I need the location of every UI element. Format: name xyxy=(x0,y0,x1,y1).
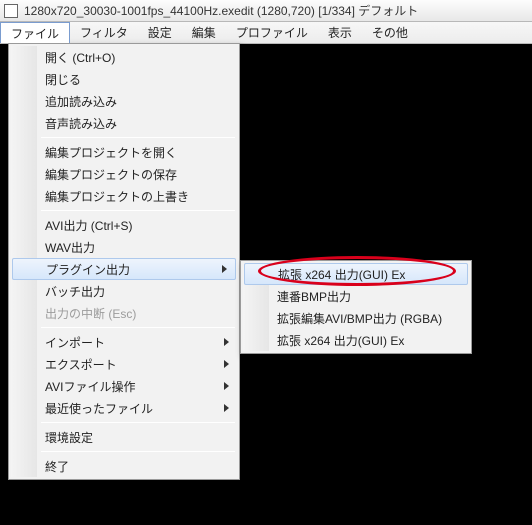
menu-separator xyxy=(41,137,235,138)
menu-item-batch-output-label: バッチ出力 xyxy=(45,283,105,300)
menu-filter-label: フィルタ xyxy=(80,24,128,41)
app-icon xyxy=(4,4,18,18)
menu-item-exit-label: 終了 xyxy=(45,458,69,475)
menu-view[interactable]: 表示 xyxy=(318,22,362,43)
menubar: ファイル フィルタ 設定 編集 プロファイル 表示 その他 xyxy=(0,22,532,44)
menu-item-audio-load[interactable]: 音声読み込み xyxy=(11,112,237,134)
file-dropdown: 開く (Ctrl+O) 閉じる 追加読み込み 音声読み込み 編集プロジェクトを開… xyxy=(8,43,240,480)
menu-item-batch-output[interactable]: バッチ出力 xyxy=(11,280,237,302)
menu-edit-label: 編集 xyxy=(192,24,216,41)
menu-file-label: ファイル xyxy=(11,25,59,42)
menu-item-preferences-label: 環境設定 xyxy=(45,429,93,446)
menu-profile-label: プロファイル xyxy=(236,24,308,41)
submenu-item-avi-bmp-rgba-label: 拡張編集AVI/BMP出力 (RGBA) xyxy=(277,310,442,327)
menu-item-import-label: インポート xyxy=(45,334,105,351)
menu-item-wav-output[interactable]: WAV出力 xyxy=(11,236,237,258)
menu-settings-label: 設定 xyxy=(148,24,172,41)
menu-item-open[interactable]: 開く (Ctrl+O) xyxy=(11,46,237,68)
menu-item-plugin-output-label: プラグイン出力 xyxy=(46,261,130,278)
submenu-item-x264-ex-2[interactable]: 拡張 x264 出力(GUI) Ex xyxy=(243,329,469,351)
titlebar: 1280x720_30030-1001fps_44100Hz.exedit (1… xyxy=(0,0,532,22)
menu-item-close[interactable]: 閉じる xyxy=(11,68,237,90)
menu-item-import[interactable]: インポート xyxy=(11,331,237,353)
menu-filter[interactable]: フィルタ xyxy=(70,22,138,43)
menu-separator xyxy=(41,451,235,452)
menu-item-avi-output[interactable]: AVI出力 (Ctrl+S) xyxy=(11,214,237,236)
menu-item-overwrite-project[interactable]: 編集プロジェクトの上書き xyxy=(11,185,237,207)
menu-profile[interactable]: プロファイル xyxy=(226,22,318,43)
chevron-right-icon xyxy=(224,338,229,346)
menu-item-abort-output: 出力の中断 (Esc) xyxy=(11,302,237,324)
menu-item-audio-load-label: 音声読み込み xyxy=(45,115,117,132)
submenu-item-x264-ex[interactable]: 拡張 x264 出力(GUI) Ex xyxy=(244,263,468,285)
menu-item-exit[interactable]: 終了 xyxy=(11,455,237,477)
chevron-right-icon xyxy=(224,360,229,368)
menu-other-label: その他 xyxy=(372,24,408,41)
menu-view-label: 表示 xyxy=(328,24,352,41)
menu-item-close-label: 閉じる xyxy=(45,71,81,88)
menu-settings[interactable]: 設定 xyxy=(138,22,182,43)
menu-item-overwrite-project-label: 編集プロジェクトの上書き xyxy=(45,188,189,205)
submenu-item-x264-ex-label: 拡張 x264 出力(GUI) Ex xyxy=(278,266,405,283)
menu-edit[interactable]: 編集 xyxy=(182,22,226,43)
menu-other[interactable]: その他 xyxy=(362,22,418,43)
menu-item-preferences[interactable]: 環境設定 xyxy=(11,426,237,448)
menu-item-append[interactable]: 追加読み込み xyxy=(11,90,237,112)
window-title: 1280x720_30030-1001fps_44100Hz.exedit (1… xyxy=(24,2,418,19)
menu-item-open-label: 開く (Ctrl+O) xyxy=(45,49,115,66)
menu-item-avi-ops-label: AVIファイル操作 xyxy=(45,378,135,395)
menu-item-avi-output-label: AVI出力 (Ctrl+S) xyxy=(45,217,132,234)
chevron-right-icon xyxy=(224,382,229,390)
menu-item-wav-output-label: WAV出力 xyxy=(45,239,95,256)
menu-item-save-project-label: 編集プロジェクトの保存 xyxy=(45,166,177,183)
menu-item-avi-ops[interactable]: AVIファイル操作 xyxy=(11,375,237,397)
menu-item-save-project[interactable]: 編集プロジェクトの保存 xyxy=(11,163,237,185)
menu-item-append-label: 追加読み込み xyxy=(45,93,117,110)
menu-file[interactable]: ファイル xyxy=(0,22,70,43)
submenu-item-x264-ex-2-label: 拡張 x264 出力(GUI) Ex xyxy=(277,332,404,349)
menu-item-plugin-output[interactable]: プラグイン出力 xyxy=(12,258,236,280)
menu-separator xyxy=(41,327,235,328)
menu-item-export-label: エクスポート xyxy=(45,356,117,373)
chevron-right-icon xyxy=(224,404,229,412)
submenu-item-avi-bmp-rgba[interactable]: 拡張編集AVI/BMP出力 (RGBA) xyxy=(243,307,469,329)
menu-item-recent-label: 最近使ったファイル xyxy=(45,400,153,417)
menu-item-recent[interactable]: 最近使ったファイル xyxy=(11,397,237,419)
menu-item-open-project[interactable]: 編集プロジェクトを開く xyxy=(11,141,237,163)
menu-separator xyxy=(41,210,235,211)
menu-item-export[interactable]: エクスポート xyxy=(11,353,237,375)
plugin-output-submenu: 拡張 x264 出力(GUI) Ex 連番BMP出力 拡張編集AVI/BMP出力… xyxy=(240,260,472,354)
menu-separator xyxy=(41,422,235,423)
submenu-item-bmp-seq[interactable]: 連番BMP出力 xyxy=(243,285,469,307)
menu-item-open-project-label: 編集プロジェクトを開く xyxy=(45,144,177,161)
chevron-right-icon xyxy=(222,265,227,273)
submenu-item-bmp-seq-label: 連番BMP出力 xyxy=(277,288,351,305)
menu-item-abort-output-label: 出力の中断 (Esc) xyxy=(45,305,136,322)
